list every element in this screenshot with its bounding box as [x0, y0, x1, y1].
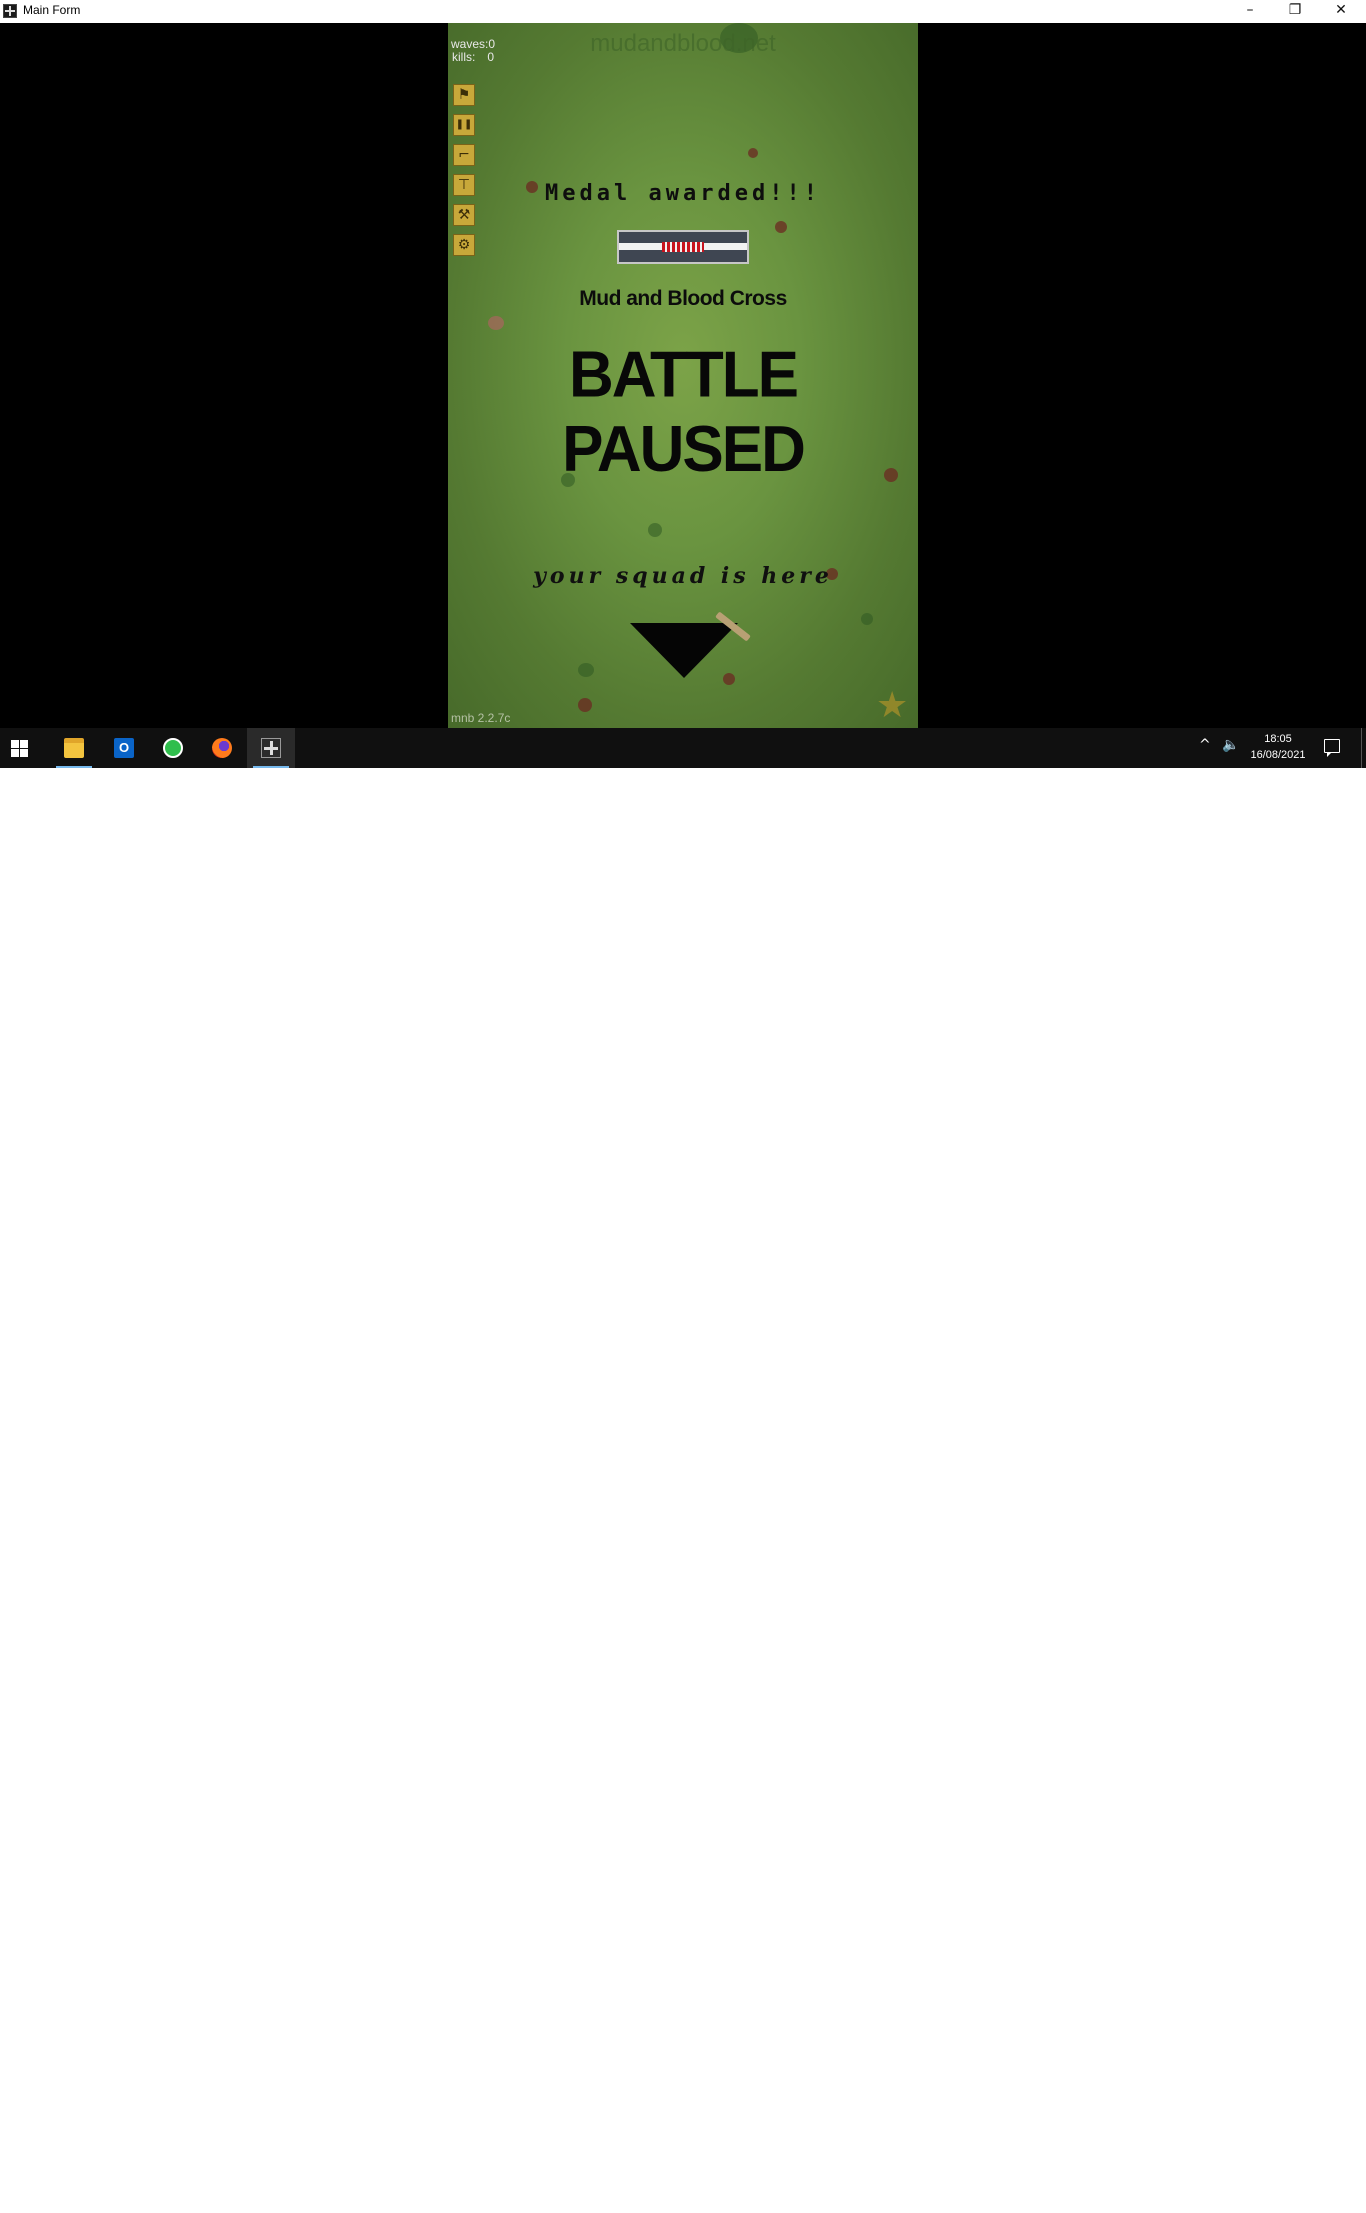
medal-name: Mud and Blood Cross [579, 287, 787, 310]
kills-counter: kills: 0 [451, 51, 495, 64]
pause-icon[interactable]: ❚❚ [453, 114, 475, 136]
show-hidden-icons-chevron-up-icon[interactable]: ^ [1199, 737, 1211, 753]
rank-star-icon[interactable]: ★ [876, 685, 908, 726]
medal-awarded-title: Medal awarded!!! [545, 181, 821, 206]
rifle-icon[interactable]: ⌐ [453, 144, 475, 166]
whatsapp-icon [163, 738, 183, 758]
outlook-icon: O [114, 738, 134, 758]
action-center-icon[interactable] [1324, 739, 1340, 757]
taskbar-whatsapp[interactable] [149, 728, 197, 768]
show-desktop-button[interactable] [1361, 728, 1362, 768]
close-button[interactable]: ✕ [1318, 0, 1364, 23]
windows-taskbar: O ^ 🔈 18:05 16/08/2021 [0, 728, 1366, 768]
taskbar-firefox[interactable] [198, 728, 246, 768]
squad-hint-text: your squad is here [533, 563, 833, 589]
soldier-icon[interactable]: ⚑ [453, 84, 475, 106]
taskbar-outlook[interactable]: O [100, 728, 148, 768]
minimize-button[interactable]: – [1227, 0, 1273, 23]
game-viewport: mudandblood.net waves:0 kills: 0 ⚑ ❚❚ ⌐ ⊤… [0, 23, 1366, 728]
blood-splat [488, 316, 504, 330]
blood-splat [748, 148, 758, 158]
running-indicator [56, 766, 92, 768]
maximize-button[interactable]: ❐ [1272, 0, 1318, 23]
firefox-icon [212, 738, 232, 758]
folder-icon [64, 738, 84, 758]
running-indicator [253, 766, 289, 768]
bush-decoration [861, 613, 873, 625]
bush-decoration [578, 663, 594, 677]
clock-time: 18:05 [1264, 733, 1292, 745]
ribbon-red-stripes [662, 242, 704, 252]
squad-arrow-icon [630, 623, 738, 678]
mud-and-blood-icon [261, 738, 281, 758]
game-canvas[interactable]: mudandblood.net waves:0 kills: 0 ⚑ ❚❚ ⌐ ⊤… [448, 23, 918, 728]
clock-date: 16/08/2021 [1250, 749, 1306, 761]
kills-value: 0 [487, 50, 495, 64]
volume-icon[interactable]: 🔈 [1222, 737, 1239, 753]
medal-ribbon-icon [617, 230, 749, 264]
window-title: Main Form [23, 3, 81, 17]
blood-splat [775, 221, 787, 233]
taskbar-file-explorer[interactable] [50, 728, 98, 768]
app-icon [3, 4, 17, 18]
windows-start-icon[interactable] [11, 740, 28, 757]
version-label: mnb 2.2.7c [451, 711, 511, 725]
taskbar-clock[interactable]: 18:05 16/08/2021 [1238, 731, 1318, 763]
taskbar-mud-and-blood[interactable] [247, 728, 295, 768]
bush-decoration [648, 523, 662, 537]
hud-stats: waves:0 kills: 0 [451, 38, 495, 64]
blood-splat [578, 698, 592, 712]
website-watermark: mudandblood.net [590, 30, 776, 57]
battle-paused-text[interactable]: BATTLE PAUSED [448, 337, 918, 486]
gears-icon[interactable]: ⚙ [453, 234, 475, 256]
wrench-icon[interactable]: ⚒ [453, 204, 475, 226]
kills-label: kills: [452, 50, 476, 64]
window-title-bar: Main Form – ❐ ✕ [0, 0, 1366, 23]
